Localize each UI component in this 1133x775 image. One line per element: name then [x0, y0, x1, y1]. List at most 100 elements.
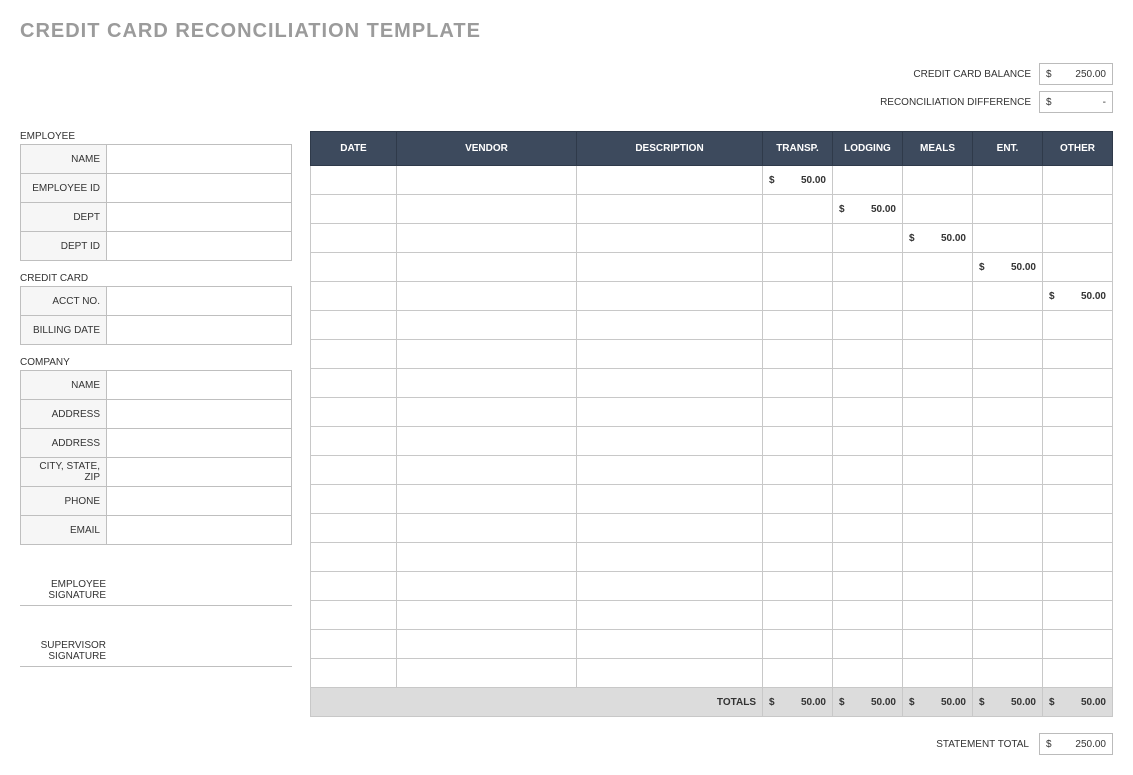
reconciliation-diff-value[interactable]: $ - [1039, 91, 1113, 113]
cell-ent[interactable] [973, 398, 1043, 427]
cell-other[interactable] [1043, 253, 1113, 282]
cell-vendor[interactable] [397, 485, 577, 514]
cell-lodging[interactable] [833, 630, 903, 659]
cell-other[interactable] [1043, 427, 1113, 456]
cell-ent[interactable] [973, 311, 1043, 340]
cell-meals[interactable] [903, 282, 973, 311]
cell-transp[interactable] [763, 427, 833, 456]
cell-other[interactable] [1043, 630, 1113, 659]
info-input[interactable] [107, 429, 292, 458]
cell-transp[interactable] [763, 253, 833, 282]
cell-ent[interactable] [973, 427, 1043, 456]
cell-transp[interactable] [763, 630, 833, 659]
cell-meals[interactable] [903, 601, 973, 630]
cell-desc[interactable] [577, 340, 763, 369]
cell-desc[interactable] [577, 456, 763, 485]
cell-ent[interactable] [973, 340, 1043, 369]
cell-desc[interactable] [577, 224, 763, 253]
cell-lodging[interactable] [833, 659, 903, 688]
cell-date[interactable] [311, 456, 397, 485]
cell-lodging[interactable] [833, 282, 903, 311]
cell-ent[interactable] [973, 601, 1043, 630]
cell-other[interactable] [1043, 485, 1113, 514]
cell-vendor[interactable] [397, 427, 577, 456]
employee-signature-line[interactable] [20, 605, 292, 606]
cell-desc[interactable] [577, 485, 763, 514]
cell-meals[interactable] [903, 485, 973, 514]
cell-lodging[interactable] [833, 224, 903, 253]
cell-vendor[interactable] [397, 514, 577, 543]
cell-ent[interactable] [973, 659, 1043, 688]
cell-meals[interactable] [903, 398, 973, 427]
cell-ent[interactable] [973, 369, 1043, 398]
cell-ent[interactable] [973, 514, 1043, 543]
cell-desc[interactable] [577, 282, 763, 311]
cell-date[interactable] [311, 340, 397, 369]
cell-other[interactable] [1043, 224, 1113, 253]
cell-desc[interactable] [577, 601, 763, 630]
cell-vendor[interactable] [397, 166, 577, 195]
cell-lodging[interactable] [833, 253, 903, 282]
cell-desc[interactable] [577, 514, 763, 543]
cell-transp[interactable] [763, 311, 833, 340]
supervisor-signature-line[interactable] [20, 666, 292, 667]
statement-total-value[interactable]: $ 250.00 [1039, 733, 1113, 755]
cell-lodging[interactable] [833, 427, 903, 456]
cell-vendor[interactable] [397, 572, 577, 601]
cell-other[interactable] [1043, 311, 1113, 340]
cell-vendor[interactable] [397, 282, 577, 311]
cell-ent[interactable] [973, 282, 1043, 311]
info-input[interactable] [107, 203, 292, 232]
cell-date[interactable] [311, 224, 397, 253]
cell-ent[interactable]: $50.00 [973, 253, 1043, 282]
cell-meals[interactable] [903, 456, 973, 485]
info-input[interactable] [107, 487, 292, 516]
cell-lodging[interactable] [833, 456, 903, 485]
cell-desc[interactable] [577, 398, 763, 427]
info-input[interactable] [107, 371, 292, 400]
cell-transp[interactable] [763, 398, 833, 427]
cell-lodging[interactable] [833, 311, 903, 340]
cell-desc[interactable] [577, 166, 763, 195]
cell-meals[interactable] [903, 543, 973, 572]
cell-transp[interactable] [763, 369, 833, 398]
cell-date[interactable] [311, 514, 397, 543]
cell-transp[interactable] [763, 282, 833, 311]
cell-other[interactable] [1043, 369, 1113, 398]
cell-date[interactable] [311, 485, 397, 514]
cell-ent[interactable] [973, 485, 1043, 514]
cell-transp[interactable] [763, 543, 833, 572]
cell-date[interactable] [311, 369, 397, 398]
cell-vendor[interactable] [397, 195, 577, 224]
info-input[interactable] [107, 287, 292, 316]
cell-desc[interactable] [577, 369, 763, 398]
cell-vendor[interactable] [397, 224, 577, 253]
cell-date[interactable] [311, 195, 397, 224]
cell-meals[interactable] [903, 514, 973, 543]
cell-desc[interactable] [577, 253, 763, 282]
cell-desc[interactable] [577, 311, 763, 340]
cell-lodging[interactable]: $50.00 [833, 195, 903, 224]
cell-vendor[interactable] [397, 253, 577, 282]
cell-ent[interactable] [973, 630, 1043, 659]
cell-lodging[interactable] [833, 369, 903, 398]
cell-transp[interactable] [763, 195, 833, 224]
cell-vendor[interactable] [397, 398, 577, 427]
cell-lodging[interactable] [833, 166, 903, 195]
cell-date[interactable] [311, 282, 397, 311]
cell-date[interactable] [311, 630, 397, 659]
info-input[interactable] [107, 145, 292, 174]
cell-ent[interactable] [973, 543, 1043, 572]
cell-other[interactable] [1043, 659, 1113, 688]
cell-other[interactable] [1043, 572, 1113, 601]
cell-other[interactable] [1043, 514, 1113, 543]
cell-vendor[interactable] [397, 543, 577, 572]
cell-vendor[interactable] [397, 601, 577, 630]
cell-meals[interactable] [903, 253, 973, 282]
info-input[interactable] [107, 174, 292, 203]
credit-card-balance-value[interactable]: $ 250.00 [1039, 63, 1113, 85]
cell-meals[interactable]: $50.00 [903, 224, 973, 253]
info-input[interactable] [107, 316, 292, 345]
cell-transp[interactable] [763, 456, 833, 485]
cell-other[interactable] [1043, 195, 1113, 224]
